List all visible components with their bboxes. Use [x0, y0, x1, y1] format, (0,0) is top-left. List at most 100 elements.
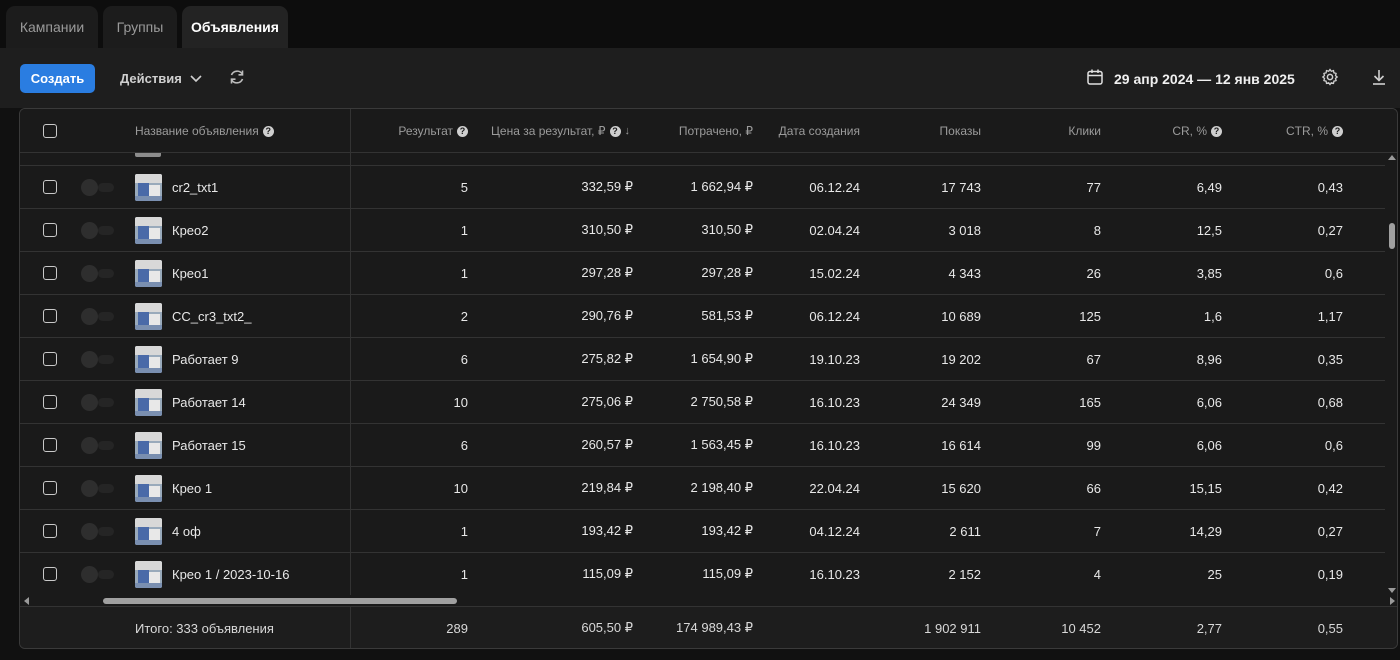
- status-toggle[interactable]: [81, 480, 98, 497]
- table-row[interactable]: 4 оф 1 193,42 ₽ 193,42 ₽ 04.12.24 2 611 7 14,29…: [20, 510, 1385, 553]
- cell-clicks: 77: [1086, 179, 1101, 195]
- vertical-scroll-thumb[interactable]: [1389, 223, 1395, 249]
- cell-price: 310,50 ₽: [581, 222, 633, 237]
- column-spent[interactable]: Потрачено, ₽: [640, 109, 753, 153]
- column-cr[interactable]: CR, % ?: [1120, 109, 1222, 153]
- scroll-right-icon[interactable]: [1390, 597, 1395, 605]
- ad-name[interactable]: Крео 1 / 2023-10-16: [172, 553, 289, 595]
- scroll-down-icon[interactable]: [1388, 588, 1396, 593]
- status-toggle[interactable]: [81, 394, 98, 411]
- ad-name[interactable]: 4 оф: [172, 510, 201, 552]
- column-impressions[interactable]: Показы: [880, 109, 981, 153]
- ad-name[interactable]: Крео1: [172, 252, 209, 294]
- ad-name[interactable]: Работает 9: [172, 338, 239, 380]
- create-button[interactable]: Создать: [20, 64, 95, 93]
- vertical-scrollbar[interactable]: [1385, 153, 1397, 595]
- cell-result: 6: [460, 437, 468, 453]
- row-checkbox[interactable]: [43, 180, 57, 194]
- row-checkbox[interactable]: [43, 309, 57, 323]
- column-created[interactable]: Дата создания: [760, 109, 860, 153]
- ad-thumbnail: [135, 346, 162, 373]
- table-row[interactable]: Работает 14 10 275,06 ₽ 2 750,58 ₽ 16.10.23 2…: [20, 381, 1385, 424]
- status-toggle[interactable]: [81, 566, 98, 583]
- cell-result: 2: [460, 308, 468, 324]
- row-checkbox[interactable]: [43, 223, 57, 237]
- question-icon[interactable]: ?: [1211, 125, 1222, 137]
- status-toggle[interactable]: [81, 437, 98, 454]
- cell-ctr: 0,27: [1317, 523, 1343, 539]
- table-row[interactable]: Крео 1 10 219,84 ₽ 2 198,40 ₽ 22.04.24 15 620…: [20, 467, 1385, 510]
- column-price[interactable]: Цена за результат, ₽ ? ↓: [480, 109, 630, 153]
- cell-result: 1: [460, 566, 468, 582]
- table-row-partial: [20, 153, 1397, 166]
- table-row[interactable]: Крео1 1 297,28 ₽ 297,28 ₽ 15.02.24 4 343 26 3,8…: [20, 252, 1385, 295]
- column-label: CR, %: [1172, 124, 1207, 138]
- ad-name[interactable]: cr2_txt1: [172, 166, 218, 208]
- ad-name[interactable]: Работает 14: [172, 381, 246, 423]
- horizontal-scrollbar[interactable]: [20, 595, 1397, 607]
- ad-name[interactable]: Крео 1: [172, 467, 212, 509]
- tab-campaigns[interactable]: Кампании: [6, 6, 98, 48]
- table-row[interactable]: Крео 1 / 2023-10-16 1 115,09 ₽ 115,09 ₽ 16.1…: [20, 553, 1385, 595]
- cell-spent: 310,50 ₽: [701, 222, 753, 237]
- horizontal-scroll-thumb[interactable]: [103, 598, 457, 604]
- table-row[interactable]: Работает 9 6 275,82 ₽ 1 654,90 ₽ 19.10.23 19 …: [20, 338, 1385, 381]
- status-toggle[interactable]: [81, 265, 98, 282]
- select-all-checkbox[interactable]: [43, 124, 57, 138]
- table-row[interactable]: cr2_txt1 5 332,59 ₽ 1 662,94 ₽ 06.12.24 17 74…: [20, 166, 1385, 209]
- cell-result: 10: [453, 394, 468, 410]
- gear-icon[interactable]: [1319, 66, 1341, 88]
- question-icon[interactable]: ?: [457, 125, 468, 137]
- ad-name[interactable]: Крео2: [172, 209, 209, 251]
- cell-spent: 581,53 ₽: [701, 308, 753, 323]
- cell-ctr: 0,19: [1317, 566, 1343, 582]
- cell-impressions: 16 614: [941, 437, 981, 453]
- refresh-icon[interactable]: [226, 66, 248, 88]
- question-icon[interactable]: ?: [609, 125, 621, 137]
- column-clicks[interactable]: Клики: [1000, 109, 1101, 153]
- ad-thumbnail: [135, 561, 162, 588]
- status-toggle-track: [98, 312, 114, 321]
- status-toggle-track: [98, 484, 114, 493]
- question-icon[interactable]: ?: [262, 125, 274, 137]
- cell-result: 5: [460, 179, 468, 195]
- status-toggle[interactable]: [81, 179, 98, 196]
- column-name[interactable]: Название объявления ?: [135, 109, 274, 153]
- scroll-left-icon[interactable]: [24, 597, 29, 605]
- scroll-up-icon[interactable]: [1388, 155, 1396, 160]
- status-toggle[interactable]: [81, 523, 98, 540]
- sort-down-icon[interactable]: ↓: [625, 125, 631, 137]
- ad-name[interactable]: Работает 15: [172, 424, 246, 466]
- row-checkbox[interactable]: [43, 438, 57, 452]
- download-icon[interactable]: [1368, 66, 1390, 88]
- cell-result: 1: [460, 523, 468, 539]
- status-toggle-track: [98, 355, 114, 364]
- row-checkbox[interactable]: [43, 524, 57, 538]
- status-toggle[interactable]: [81, 308, 98, 325]
- column-ctr[interactable]: CTR, % ?: [1240, 109, 1343, 153]
- row-checkbox[interactable]: [43, 567, 57, 581]
- ad-name[interactable]: CC_cr3_txt2_: [172, 295, 251, 337]
- date-range-picker[interactable]: 29 апр 2024 — 12 янв 2025: [1086, 64, 1295, 93]
- cell-created: 16.10.23: [809, 437, 860, 453]
- table-row[interactable]: Крео2 1 310,50 ₽ 310,50 ₽ 02.04.24 3 018 8 12,5…: [20, 209, 1385, 252]
- frozen-column-divider: [350, 607, 351, 648]
- row-checkbox[interactable]: [43, 352, 57, 366]
- row-checkbox[interactable]: [43, 395, 57, 409]
- question-icon[interactable]: ?: [1332, 125, 1343, 137]
- column-result[interactable]: Результат ?: [370, 109, 468, 153]
- row-checkbox[interactable]: [43, 266, 57, 280]
- chevron-down-icon: [190, 71, 202, 86]
- table-row[interactable]: Работает 15 6 260,57 ₽ 1 563,45 ₽ 16.10.23 16…: [20, 424, 1385, 467]
- tab-groups[interactable]: Группы: [103, 6, 177, 48]
- status-toggle[interactable]: [81, 351, 98, 368]
- table-row[interactable]: CC_cr3_txt2_ 2 290,76 ₽ 581,53 ₽ 06.12.24 10 …: [20, 295, 1385, 338]
- status-toggle[interactable]: [81, 222, 98, 239]
- actions-dropdown[interactable]: Действия: [120, 64, 202, 93]
- cell-created: 02.04.24: [809, 222, 860, 238]
- cell-price: 275,82 ₽: [581, 351, 633, 366]
- tab-ads[interactable]: Объявления: [182, 6, 288, 48]
- tab-bar: Кампании Группы Объявления: [0, 0, 1400, 48]
- cell-cr: 25: [1207, 566, 1222, 582]
- row-checkbox[interactable]: [43, 481, 57, 495]
